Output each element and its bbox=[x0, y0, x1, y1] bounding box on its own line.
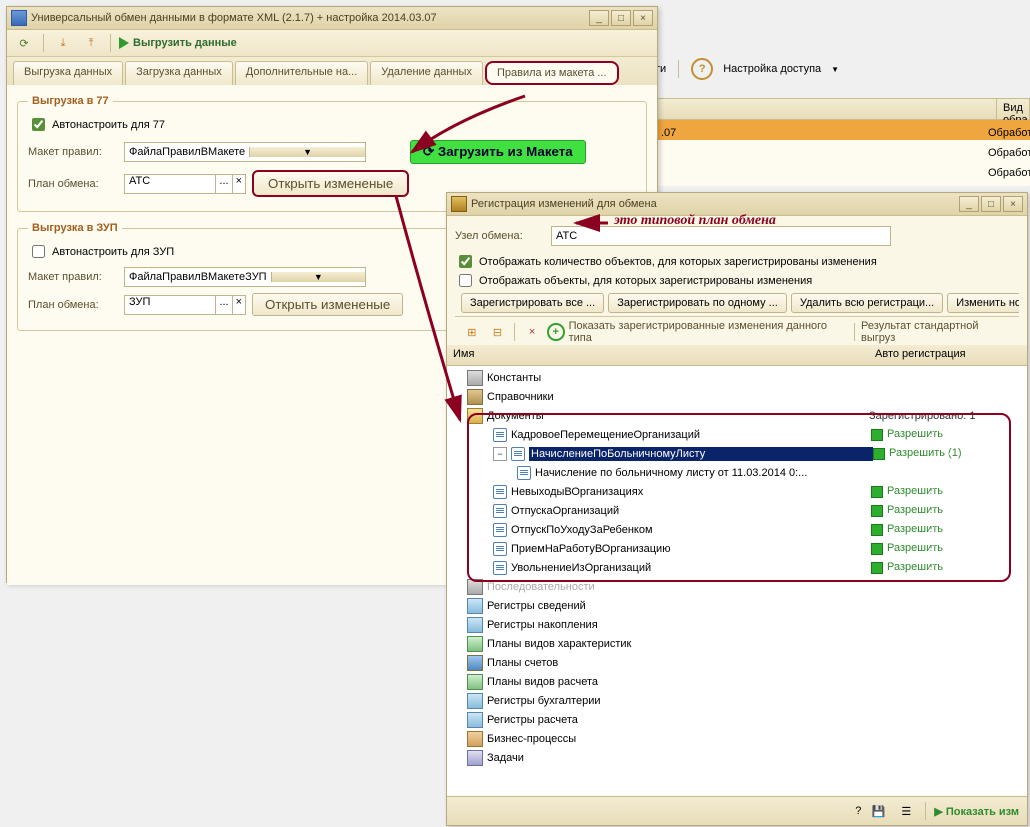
node-business-processes[interactable]: Бизнес-процессы bbox=[447, 729, 1027, 748]
tab-import[interactable]: Загрузка данных bbox=[125, 61, 233, 85]
show-registered-link[interactable]: Показать зарегистрированные изменения да… bbox=[569, 320, 848, 344]
node-info-registers[interactable]: Регистры сведений bbox=[447, 596, 1027, 615]
auto77-checkbox-row: Автонастроить для 77 bbox=[28, 115, 636, 134]
bg-menu-2[interactable]: Настройка доступа bbox=[723, 63, 821, 75]
tab-additional[interactable]: Дополнительные на... bbox=[235, 61, 369, 85]
collapse-icon[interactable]: − bbox=[493, 447, 507, 461]
win1-title: Универсальный обмен данными в формате XM… bbox=[31, 12, 589, 24]
doc-nachislenie-instance[interactable]: Начисление по больничному листу от 11.03… bbox=[447, 463, 1027, 482]
save-icon[interactable]: 💾 bbox=[867, 800, 889, 822]
win2-minimize-button[interactable]: _ bbox=[959, 196, 979, 212]
col-name[interactable]: Имя bbox=[447, 345, 869, 365]
window-registration-changes: Регистрация изменений для обмена _ □ × У… bbox=[446, 192, 1028, 826]
node-calc-registers[interactable]: Регистры расчета bbox=[447, 710, 1027, 729]
group-zup-legend: Выгрузка в ЗУП bbox=[28, 222, 122, 234]
col-autoreg[interactable]: Авто регистрация bbox=[869, 345, 972, 365]
doc-otpuska[interactable]: ОтпускаОрганизацийРазрешить bbox=[447, 501, 1027, 520]
app-icon bbox=[11, 10, 27, 26]
open-changes-button[interactable]: Открыть измененые bbox=[252, 170, 409, 197]
win1-titlebar[interactable]: Универсальный обмен данными в формате XM… bbox=[7, 7, 657, 30]
win2-help-icon[interactable]: ? bbox=[855, 805, 861, 817]
load-from-maket-button[interactable]: ⟳ Загрузить из Макета bbox=[410, 140, 586, 164]
tree-wrap: Имя Авто регистрация Константы Справочни… bbox=[447, 345, 1027, 795]
plan-label: План обмена: bbox=[28, 178, 118, 190]
minimize-button[interactable]: _ bbox=[589, 10, 609, 26]
tree-expand-icon[interactable]: ⊞ bbox=[461, 321, 483, 343]
win2-maximize-button[interactable]: □ bbox=[981, 196, 1001, 212]
node-account-plans[interactable]: Планы счетов bbox=[447, 653, 1027, 672]
add-icon[interactable]: + bbox=[547, 323, 565, 341]
auto77-label: Автонастроить для 77 bbox=[52, 119, 165, 131]
maket-zup-label: Макет правил: bbox=[28, 271, 118, 283]
doc-priem[interactable]: ПриемНаРаботуВОрганизациюРазрешить bbox=[447, 539, 1027, 558]
open-changes-zup-button[interactable]: Открыть измененые bbox=[252, 293, 403, 316]
win1-tabs: Выгрузка данных Загрузка данных Дополнит… bbox=[7, 57, 657, 85]
maximize-button[interactable]: □ bbox=[611, 10, 631, 26]
tab-delete[interactable]: Удаление данных bbox=[370, 61, 483, 85]
plan-zup-label: План обмена: bbox=[28, 299, 118, 311]
win2-app-icon bbox=[451, 196, 467, 212]
export-icon[interactable]: ⤓ bbox=[52, 32, 74, 54]
show-count-checkbox[interactable] bbox=[459, 255, 472, 268]
node-constants[interactable]: Константы bbox=[447, 368, 1027, 387]
plan-input-77[interactable]: АТС...× bbox=[124, 174, 246, 194]
node-accum-registers[interactable]: Регистры накопления bbox=[447, 615, 1027, 634]
tree-collapse-icon[interactable]: ⊟ bbox=[487, 321, 509, 343]
delete-registration-button[interactable]: Удалить всю регистраци... bbox=[791, 293, 943, 313]
bg-row-2[interactable]: Обработк bbox=[655, 160, 1030, 186]
node-char-plans[interactable]: Планы видов характеристик bbox=[447, 634, 1027, 653]
doc-nachislenie-bolnichniy[interactable]: −НачислениеПоБольничномуЛистуРазрешить (… bbox=[447, 444, 1027, 463]
tree-header: Имя Авто регистрация bbox=[447, 345, 1027, 366]
run-export-button[interactable]: Выгрузить данные bbox=[119, 37, 237, 49]
tab-export[interactable]: Выгрузка данных bbox=[13, 61, 123, 85]
show-objects-label: Отображать объекты, для которых зарегист… bbox=[479, 275, 812, 287]
bg-menu: ти ? Настройка доступа▼ bbox=[655, 58, 1030, 80]
node-calc-plans[interactable]: Планы видов расчета bbox=[447, 672, 1027, 691]
node-label: Узел обмена: bbox=[455, 230, 545, 242]
filter-icon[interactable]: ☰ bbox=[895, 800, 917, 822]
doc-kadrovoe[interactable]: КадровоеПеремещениеОрганизацийРазрешить bbox=[447, 425, 1027, 444]
register-all-button[interactable]: Зарегистрировать все ... bbox=[461, 293, 604, 313]
annotation-text: это типовой план обмена bbox=[614, 213, 776, 229]
doc-uvolnenie[interactable]: УвольнениеИзОрганизацийРазрешить bbox=[447, 558, 1027, 577]
refresh-icon[interactable]: ⟳ bbox=[13, 32, 35, 54]
import-icon[interactable]: ⤒ bbox=[80, 32, 102, 54]
help-icon[interactable]: ? bbox=[691, 58, 713, 80]
show-changes-button[interactable]: ▶ Показать изм bbox=[934, 805, 1019, 818]
node-documents[interactable]: ДокументыЗарегистрировано: 1 bbox=[447, 406, 1027, 425]
win1-toolbar: ⟳ ⤓ ⤒ Выгрузить данные bbox=[7, 30, 657, 57]
register-one-button[interactable]: Зарегистрировать по одному ... bbox=[608, 293, 787, 313]
node-catalogs[interactable]: Справочники bbox=[447, 387, 1027, 406]
tree[interactable]: Константы Справочники ДокументыЗарегистр… bbox=[447, 366, 1027, 769]
close-button[interactable]: × bbox=[633, 10, 653, 26]
result-export-link[interactable]: Результат стандартной выгруз bbox=[861, 320, 1013, 344]
show-count-label: Отображать количество объектов, для кото… bbox=[479, 256, 877, 268]
node-tasks[interactable]: Задачи bbox=[447, 748, 1027, 767]
maket-zup-select[interactable]: ФайлаПравилВМакетеЗУП▼ bbox=[124, 267, 366, 287]
auto77-checkbox[interactable] bbox=[32, 118, 45, 131]
plan-input-zup[interactable]: ЗУП...× bbox=[124, 295, 246, 315]
bg-col-headers: Вид обра bbox=[655, 98, 1030, 120]
bg-col2: Вид обра bbox=[996, 99, 1030, 119]
autozup-checkbox[interactable] bbox=[32, 245, 45, 258]
node-accounting-registers[interactable]: Регистры бухгалтерии bbox=[447, 691, 1027, 710]
delete-icon[interactable]: × bbox=[521, 321, 543, 343]
win2-close-button[interactable]: × bbox=[1003, 196, 1023, 212]
maket-label: Макет правил: bbox=[28, 146, 118, 158]
win2-footer: ? 💾 ☰ ▶ Показать изм bbox=[447, 796, 1027, 825]
show-objects-checkbox[interactable] bbox=[459, 274, 472, 287]
autozup-label: Автонастроить для ЗУП bbox=[52, 246, 174, 258]
tab-rules-template[interactable]: Правила из макета ... bbox=[485, 61, 619, 85]
win2-title: Регистрация изменений для обмена bbox=[471, 198, 959, 210]
doc-otpusk-rebenok[interactable]: ОтпускПоУходуЗаРебенкомРазрешить bbox=[447, 520, 1027, 539]
node-sequences[interactable]: Последовательности bbox=[447, 577, 1027, 596]
node-input[interactable] bbox=[551, 226, 891, 246]
change-number-button[interactable]: Изменить но bbox=[947, 293, 1019, 313]
maket-select[interactable]: ФайлаПравилВМакете▼ bbox=[124, 142, 366, 162]
doc-nevyhody[interactable]: НевыходыВОрганизацияхРазрешить bbox=[447, 482, 1027, 501]
group-77-legend: Выгрузка в 77 bbox=[28, 95, 113, 107]
